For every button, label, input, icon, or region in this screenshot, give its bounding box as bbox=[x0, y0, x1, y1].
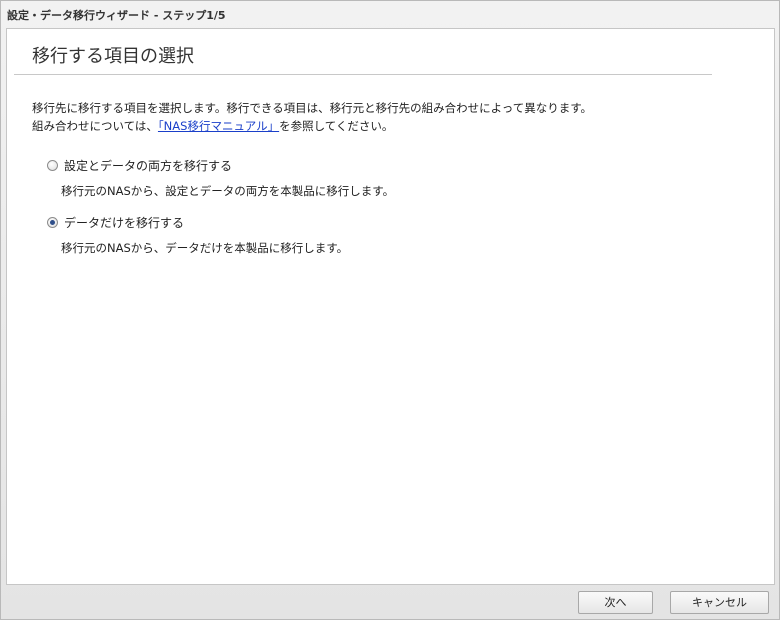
wizard-window: 設定・データ移行ウィザード - ステップ1/5 移行する項目の選択 移行先に移行… bbox=[0, 0, 780, 620]
description-line-2: 組み合わせについては、「NAS移行マニュアル」を参照してください。 bbox=[32, 117, 592, 135]
radio-data-only[interactable] bbox=[47, 217, 58, 228]
heading-divider bbox=[14, 74, 712, 75]
option-desc-data-only: 移行元のNASから、データだけを本製品に移行します。 bbox=[61, 241, 349, 255]
page-title: 移行する項目の選択 bbox=[32, 46, 194, 67]
description-line-1: 移行先に移行する項目を選択します。移行できる項目は、移行元と移行先の組み合わせに… bbox=[32, 101, 593, 115]
option-desc-settings-and-data: 移行元のNASから、設定とデータの両方を本製品に移行します。 bbox=[61, 184, 395, 198]
wizard-content: 移行する項目の選択 移行先に移行する項目を選択します。移行できる項目は、移行元と… bbox=[6, 28, 775, 585]
description-prefix: 組み合わせについては、 bbox=[32, 119, 158, 133]
radio-settings-and-data[interactable] bbox=[47, 160, 58, 171]
description-suffix: を参照してください。 bbox=[279, 119, 394, 133]
nas-manual-link[interactable]: 「NAS移行マニュアル」 bbox=[158, 119, 279, 133]
description: 移行先に移行する項目を選択します。移行できる項目は、移行元と移行先の組み合わせに… bbox=[32, 99, 592, 135]
window-title: 設定・データ移行ウィザード - ステップ1/5 bbox=[7, 9, 226, 22]
option-data-only[interactable]: データだけを移行する bbox=[47, 214, 184, 231]
option-settings-and-data[interactable]: 設定とデータの両方を移行する bbox=[47, 157, 232, 174]
cancel-button[interactable]: キャンセル bbox=[670, 591, 769, 614]
option-label-settings-and-data: 設定とデータの両方を移行する bbox=[64, 159, 233, 173]
next-button[interactable]: 次へ bbox=[578, 591, 653, 614]
option-label-data-only: データだけを移行する bbox=[64, 216, 185, 230]
